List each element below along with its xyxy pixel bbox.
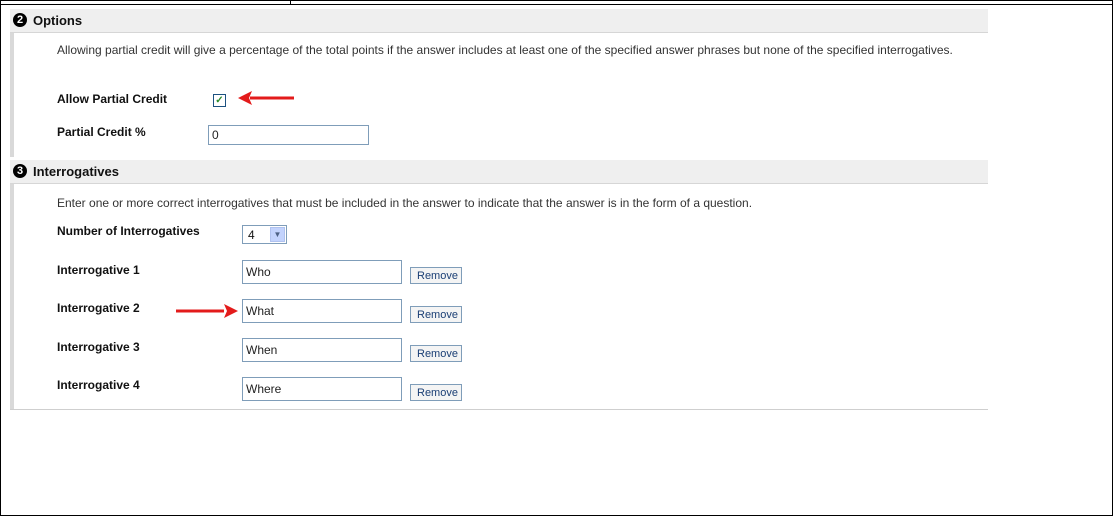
checkmark-icon: ✓ (215, 95, 224, 106)
interrogatives-section-title: Interrogatives (33, 164, 119, 179)
section-bottom-divider (10, 409, 988, 410)
allow-partial-credit-label: Allow Partial Credit (57, 92, 168, 106)
interrogative-1-label: Interrogative 1 (57, 263, 140, 277)
options-section-title: Options (33, 13, 83, 28)
step-2-badge: 2 (13, 13, 27, 27)
interrogative-2-input[interactable] (242, 299, 402, 323)
interrogative-3-label: Interrogative 3 (57, 340, 140, 354)
number-of-interrogatives-select[interactable]: 4 ▼ (242, 225, 287, 244)
interrogative-4-input[interactable] (242, 377, 402, 401)
options-description: Allowing partial credit will give a perc… (57, 43, 953, 57)
allow-partial-credit-checkbox[interactable]: ✓ (213, 94, 226, 107)
remove-interrogative-4-button[interactable]: Remove (410, 384, 462, 401)
interrogatives-description: Enter one or more correct interrogatives… (57, 196, 753, 210)
number-of-interrogatives-value: 4 (248, 228, 255, 242)
interrogatives-section-body (10, 184, 14, 409)
remove-interrogative-1-button[interactable]: Remove (410, 267, 462, 284)
annotation-arrow-icon (238, 91, 294, 105)
top-divider-tick (290, 0, 291, 4)
chevron-down-icon[interactable]: ▼ (270, 227, 285, 242)
remove-interrogative-3-button[interactable]: Remove (410, 345, 462, 362)
screenshot-frame (0, 0, 1113, 516)
partial-credit-label: Partial Credit % (57, 125, 146, 139)
interrogative-1-input[interactable] (242, 260, 402, 284)
options-section-body (10, 33, 14, 157)
interrogative-3-input[interactable] (242, 338, 402, 362)
options-section-header: 2 Options (10, 9, 988, 33)
top-divider (0, 4, 1113, 5)
interrogative-4-label: Interrogative 4 (57, 378, 140, 392)
interrogatives-section-header: 3 Interrogatives (10, 160, 988, 184)
interrogative-2-label: Interrogative 2 (57, 301, 140, 315)
annotation-arrow-icon (176, 304, 238, 318)
number-of-interrogatives-label: Number of Interrogatives (57, 224, 200, 238)
partial-credit-input[interactable] (208, 125, 369, 145)
step-3-badge: 3 (13, 164, 27, 178)
remove-interrogative-2-button[interactable]: Remove (410, 306, 462, 323)
